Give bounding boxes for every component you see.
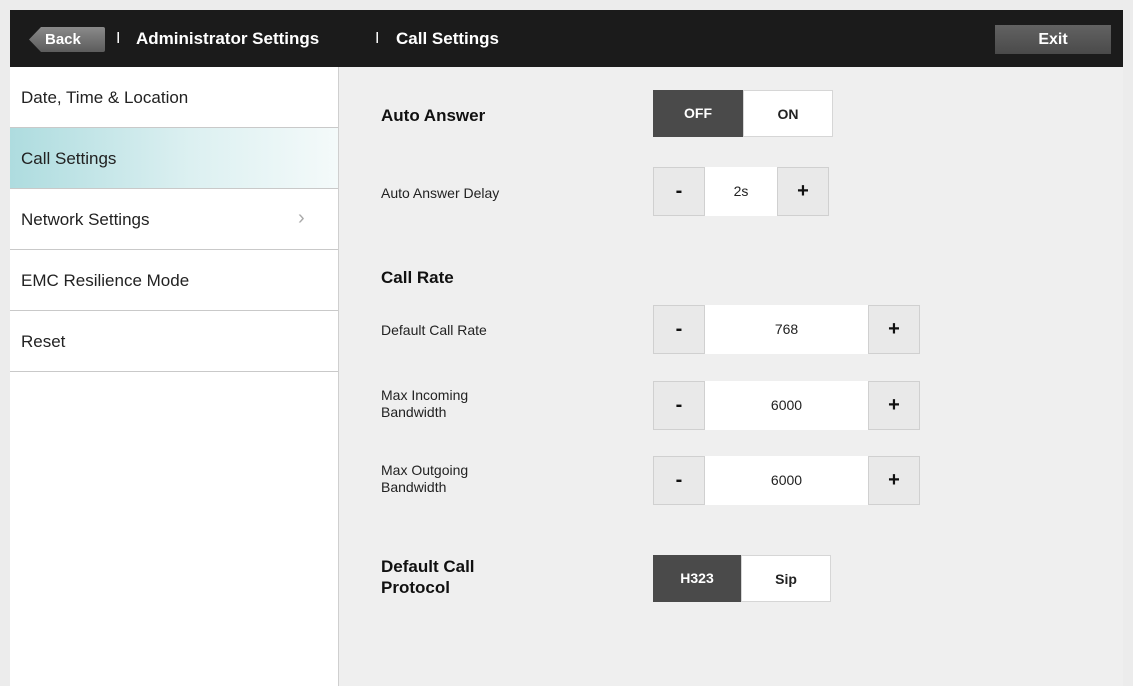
sidebar: Date, Time & Location Call Settings Netw…: [10, 67, 339, 686]
sidebar-item-label: EMC Resilience Mode: [21, 271, 190, 290]
default-call-protocol-label: Default Call Protocol: [381, 556, 475, 598]
max-outgoing-decrement-button[interactable]: -: [653, 456, 705, 505]
auto-answer-delay-value: 2s: [705, 167, 777, 216]
exit-button[interactable]: Exit: [995, 25, 1111, 54]
settings-window: Back I Administrator Settings I Call Set…: [10, 10, 1123, 686]
auto-answer-on-button[interactable]: ON: [743, 90, 833, 137]
auto-answer-delay-label: Auto Answer Delay: [381, 185, 500, 201]
auto-answer-off-button[interactable]: OFF: [653, 90, 743, 137]
sidebar-item-label: Reset: [21, 332, 66, 351]
protocol-label-line1: Default Call: [381, 557, 475, 576]
max-incoming-bandwidth-label: Max Incoming Bandwidth: [381, 387, 468, 421]
default-call-rate-decrement-button[interactable]: -: [653, 305, 705, 354]
default-call-protocol-toggle: H323 Sip: [653, 555, 831, 602]
default-call-rate-value: 768: [705, 305, 868, 354]
sidebar-item-label: Call Settings: [21, 149, 117, 168]
max-outgoing-value: 6000: [705, 456, 868, 505]
sidebar-item-label: Network Settings: [21, 210, 150, 229]
sidebar-item-label: Date, Time & Location: [21, 88, 189, 107]
sidebar-item-network-settings[interactable]: Network Settings ›: [10, 189, 338, 250]
sidebar-item-date-time-location[interactable]: Date, Time & Location: [10, 67, 338, 128]
auto-answer-label: Auto Answer: [381, 106, 486, 125]
max-incoming-label-line2: Bandwidth: [381, 404, 447, 420]
max-incoming-value: 6000: [705, 381, 868, 430]
sidebar-item-emc-resilience-mode[interactable]: EMC Resilience Mode: [10, 250, 338, 311]
call-rate-heading: Call Rate: [381, 268, 454, 287]
protocol-h323-button[interactable]: H323: [653, 555, 741, 602]
sidebar-item-call-settings[interactable]: Call Settings: [10, 128, 338, 189]
breadcrumb-separator: I: [375, 30, 380, 47]
max-outgoing-label-line1: Max Outgoing: [381, 462, 469, 478]
protocol-label-line2: Protocol: [381, 578, 450, 597]
top-bar: Back I Administrator Settings I Call Set…: [10, 10, 1123, 67]
protocol-sip-button[interactable]: Sip: [741, 555, 831, 602]
auto-answer-delay-increment-button[interactable]: +: [777, 167, 829, 216]
max-outgoing-label-line2: Bandwidth: [381, 479, 447, 495]
max-outgoing-bandwidth-label: Max Outgoing Bandwidth: [381, 462, 468, 496]
max-incoming-increment-button[interactable]: +: [868, 381, 920, 430]
back-button[interactable]: Back: [29, 27, 105, 52]
auto-answer-delay-decrement-button[interactable]: -: [653, 167, 705, 216]
page-title: Call Settings: [396, 29, 499, 48]
max-outgoing-increment-button[interactable]: +: [868, 456, 920, 505]
default-call-rate-increment-button[interactable]: +: [868, 305, 920, 354]
sidebar-item-reset[interactable]: Reset: [10, 311, 338, 372]
default-call-rate-label: Default Call Rate: [381, 322, 487, 338]
breadcrumb-separator: I: [116, 30, 121, 47]
max-incoming-label-line1: Max Incoming: [381, 387, 469, 403]
auto-answer-toggle: OFF ON: [653, 90, 833, 137]
max-incoming-decrement-button[interactable]: -: [653, 381, 705, 430]
chevron-right-icon: ›: [298, 207, 305, 229]
breadcrumb-administrator-settings[interactable]: Administrator Settings: [136, 29, 319, 49]
